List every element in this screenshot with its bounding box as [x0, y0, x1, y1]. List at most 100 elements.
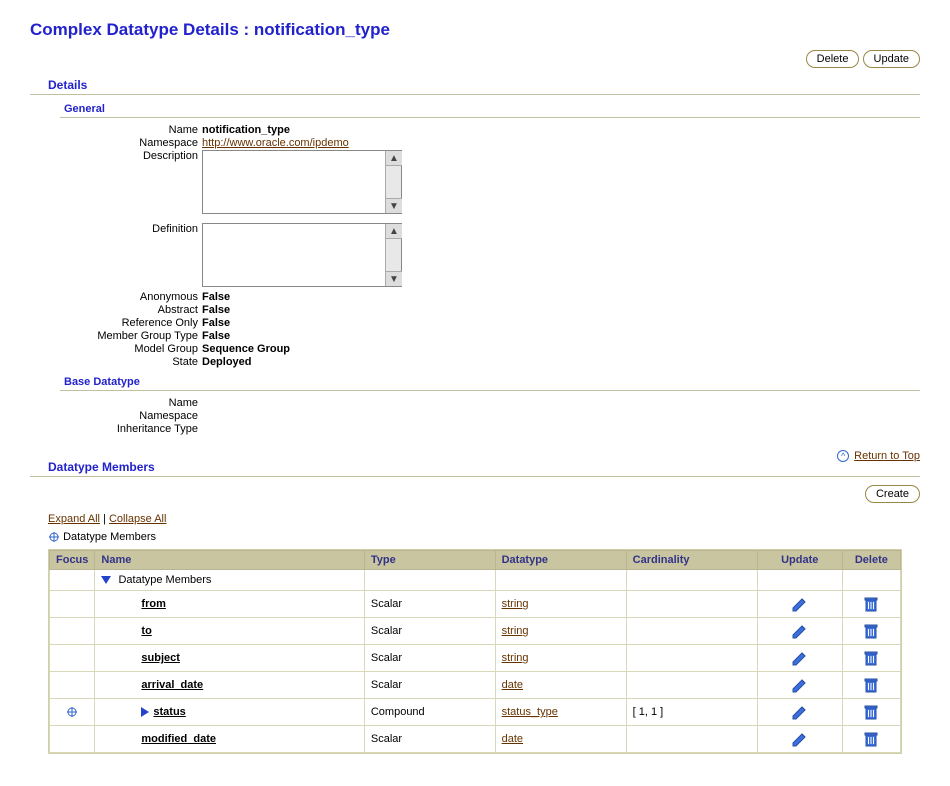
- th-focus: Focus: [50, 551, 95, 570]
- edit-icon[interactable]: [791, 625, 809, 637]
- member-cardinality: [626, 591, 757, 618]
- create-button[interactable]: Create: [865, 485, 920, 503]
- label-base-namespace: Namespace: [20, 410, 202, 422]
- value-abstract: False: [202, 304, 230, 316]
- member-name-link[interactable]: arrival_date: [141, 679, 203, 691]
- label-description: Description: [20, 150, 202, 217]
- value-anonymous: False: [202, 291, 230, 303]
- datatype-link[interactable]: string: [502, 625, 529, 637]
- table-row: fromScalarstring: [50, 591, 901, 618]
- definition-textarea[interactable]: ▲▼: [202, 223, 402, 287]
- table-row: to Scalar string: [50, 618, 901, 645]
- divider: [60, 390, 920, 391]
- table-root-row: Datatype Members: [50, 570, 901, 591]
- th-type[interactable]: Type: [364, 551, 495, 570]
- member-cardinality: [ 1, 1 ]: [626, 699, 757, 726]
- focus-icon[interactable]: [66, 706, 78, 718]
- label-base-name: Name: [20, 397, 202, 409]
- member-name-link[interactable]: subject: [141, 652, 180, 664]
- scroll-down-icon[interactable]: ▼: [386, 271, 402, 286]
- scroll-up-icon[interactable]: ▲: [386, 224, 402, 239]
- th-datatype[interactable]: Datatype: [495, 551, 626, 570]
- datatype-link[interactable]: date: [502, 733, 523, 745]
- delete-button[interactable]: Delete: [806, 50, 860, 68]
- focus-icon: [48, 531, 60, 543]
- edit-icon[interactable]: [791, 706, 809, 718]
- expand-all-link[interactable]: Expand All: [48, 513, 100, 525]
- return-to-top-link[interactable]: Return to Top: [854, 450, 920, 462]
- value-refonly: False: [202, 317, 230, 329]
- label-mgt: Member Group Type: [20, 330, 202, 342]
- datatype-link[interactable]: date: [502, 679, 523, 691]
- collapse-all-link[interactable]: Collapse All: [109, 513, 166, 525]
- member-cardinality: [626, 618, 757, 645]
- description-textarea[interactable]: ▲▼: [202, 150, 402, 214]
- divider: [30, 476, 920, 477]
- datatype-link[interactable]: status_type: [502, 706, 558, 718]
- expand-toggle-icon[interactable]: [141, 707, 149, 717]
- expand-toggle-icon[interactable]: [101, 576, 111, 584]
- scrollbar[interactable]: ▲▼: [385, 224, 401, 286]
- top-action-bar: Delete Update: [20, 45, 930, 68]
- delete-icon[interactable]: [863, 652, 879, 664]
- member-cardinality: [626, 672, 757, 699]
- scrollbar[interactable]: ▲▼: [385, 151, 401, 213]
- member-name-link[interactable]: from: [141, 598, 165, 610]
- label-state: State: [20, 356, 202, 368]
- members-table-wrap: Focus Name Type Datatype Cardinality Upd…: [48, 549, 902, 754]
- delete-icon[interactable]: [863, 598, 879, 610]
- members-table: Focus Name Type Datatype Cardinality Upd…: [49, 550, 901, 753]
- datatype-link[interactable]: string: [502, 652, 529, 664]
- update-button[interactable]: Update: [863, 50, 920, 68]
- value-modelgroup: Sequence Group: [202, 343, 290, 355]
- divider: [30, 94, 920, 95]
- member-type: Scalar: [364, 726, 495, 753]
- namespace-link[interactable]: http://www.oracle.com/ipdemo: [202, 137, 349, 149]
- root-row-label: Datatype Members: [118, 574, 211, 586]
- return-top-icon: ^: [837, 450, 849, 462]
- member-name-link[interactable]: to: [141, 625, 151, 637]
- value-mgt: False: [202, 330, 230, 342]
- label-abstract: Abstract: [20, 304, 202, 316]
- label-base-inh: Inheritance Type: [20, 423, 202, 435]
- subsection-base-header: Base Datatype: [64, 376, 930, 388]
- member-cardinality: [626, 726, 757, 753]
- delete-icon[interactable]: [863, 625, 879, 637]
- table-row: status Compound status_type [ 1, 1 ]: [50, 699, 901, 726]
- member-type: Scalar: [364, 672, 495, 699]
- label-definition: Definition: [20, 223, 202, 290]
- label-namespace: Namespace: [20, 137, 202, 149]
- delete-icon[interactable]: [863, 679, 879, 691]
- divider: [60, 117, 920, 118]
- delete-icon[interactable]: [863, 733, 879, 745]
- return-to-top: ^ Return to Top: [837, 450, 920, 462]
- edit-icon[interactable]: [791, 652, 809, 664]
- th-name[interactable]: Name: [95, 551, 364, 570]
- member-type: Scalar: [364, 618, 495, 645]
- tree-root: Datatype Members: [48, 529, 930, 545]
- th-cardinality[interactable]: Cardinality: [626, 551, 757, 570]
- label-modelgroup: Model Group: [20, 343, 202, 355]
- subsection-general-header: General: [64, 103, 930, 115]
- member-type: Scalar: [364, 645, 495, 672]
- page-title: Complex Datatype Details : notification_…: [30, 20, 930, 40]
- member-name-link[interactable]: modified_date: [141, 733, 216, 745]
- member-name-link[interactable]: status: [153, 706, 185, 718]
- edit-icon[interactable]: [791, 733, 809, 745]
- delete-icon[interactable]: [863, 706, 879, 718]
- expand-collapse-bar: Expand All | Collapse All: [48, 513, 930, 525]
- table-row: modified_date Scalar date: [50, 726, 901, 753]
- scroll-up-icon[interactable]: ▲: [386, 151, 402, 166]
- table-row: arrival_date Scalar date: [50, 672, 901, 699]
- member-type: Compound: [364, 699, 495, 726]
- tree-root-label: Datatype Members: [63, 531, 156, 543]
- value-state: Deployed: [202, 356, 252, 368]
- datatype-link[interactable]: string: [502, 598, 529, 610]
- edit-icon[interactable]: [791, 679, 809, 691]
- label-anonymous: Anonymous: [20, 291, 202, 303]
- table-row: subject Scalar string: [50, 645, 901, 672]
- scroll-down-icon[interactable]: ▼: [386, 198, 402, 213]
- th-delete: Delete: [842, 551, 900, 570]
- section-details-header: Details: [48, 78, 930, 92]
- edit-icon[interactable]: [791, 598, 809, 610]
